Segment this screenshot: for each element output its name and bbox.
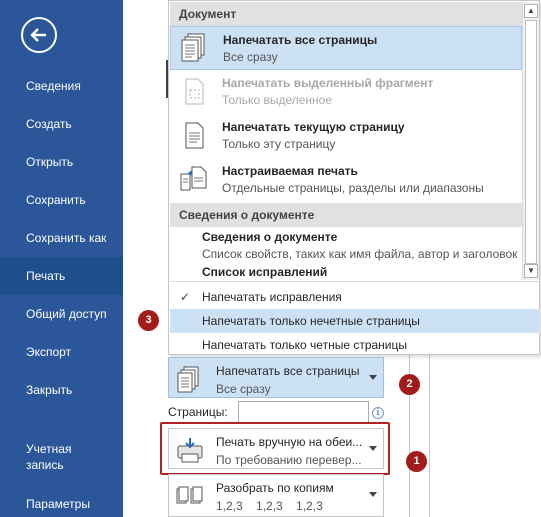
option-label: Напечатать только четные страницы [202,338,408,352]
all-pages-icon [179,33,209,68]
option-title: Настраиваемая печать [222,164,358,178]
back-arrow-icon[interactable] [21,17,57,53]
option-label: Напечатать исправления [202,290,342,304]
option-print-all-pages[interactable]: Напечатать все страницы Все сразу [170,26,522,70]
option-title: Напечатать все страницы [223,33,378,47]
nav-open[interactable]: Открыть [0,143,123,181]
nav-save-as[interactable]: Сохранить как [0,219,123,257]
doc-info-subtitle: Список свойств, таких как имя файла, авт… [202,247,518,261]
custom-print-icon [178,164,210,199]
option-print-current-page[interactable]: Напечатать текущую страницу Только эту с… [170,114,522,158]
doc-info-title: Сведения о документе [202,230,338,244]
option-odd-pages[interactable]: Напечатать только нечетные страницы [170,309,540,333]
collate-icon [175,483,207,514]
step-badge-3: 3 [138,310,159,331]
nav-save[interactable]: Сохранить [0,181,123,219]
step-badge-2: 2 [399,374,420,395]
chevron-down-icon [369,492,377,497]
setting-subtitle: Все сразу [216,382,271,396]
option-print-markup[interactable]: ✓ Напечатать исправления [170,285,540,309]
option-even-pages[interactable]: Напечатать только четные страницы [170,333,540,357]
current-page-icon [178,120,208,155]
print-range-select[interactable]: Напечатать все страницы Все сразу [168,357,384,398]
checkmark-icon: ✓ [180,290,191,304]
option-subtitle: Отдельные страницы, разделы или диапазон… [222,181,484,195]
nav-account[interactable]: Учетная запись [0,437,123,477]
backstage-sidebar: Сведения Создать Открыть Сохранить Сохра… [0,0,123,517]
section-document: Документ [170,2,522,26]
scroll-down-icon[interactable]: ▼ [524,264,538,278]
nav-print[interactable]: Печать [0,257,123,295]
option-subtitle: Все сразу [223,50,278,64]
divider [170,281,540,282]
info-icon[interactable]: i [372,407,384,419]
highlight-frame [160,422,390,475]
chevron-down-icon [369,375,377,380]
print-range-dropdown: Документ Напечатать все страницы Все сра… [168,0,540,355]
pages-input[interactable] [238,401,369,423]
option-title: Напечатать текущую страницу [222,120,405,134]
section-document-info: Сведения о документе [170,203,522,227]
nav-export[interactable]: Экспорт [0,333,123,371]
collate-select[interactable]: Разобрать по копиям 1,2,3 1,2,3 1,2,3 [168,474,384,517]
scroll-thumb[interactable] [525,20,537,264]
scroll-up-icon[interactable]: ▲ [524,4,538,18]
option-label: Напечатать только нечетные страницы [202,314,420,328]
setting-subtitle: 1,2,3 1,2,3 1,2,3 [216,499,323,513]
nav-options[interactable]: Параметры [0,485,123,517]
nav-close[interactable]: Закрыть [0,371,123,409]
option-title: Напечатать выделенный фрагмент [222,76,434,90]
nav-new[interactable]: Создать [0,105,123,143]
nav-share[interactable]: Общий доступ [0,295,123,333]
setting-title: Напечатать все страницы [216,364,360,378]
option-custom-print[interactable]: Настраиваемая печать Отдельные страницы,… [170,158,522,202]
setting-title: Разобрать по копиям [216,481,334,495]
option-subtitle: Только эту страницу [222,137,336,151]
all-pages-icon [175,366,205,397]
revisions-list-title: Список исправлений [202,265,328,279]
pages-label: Страницы: [168,405,228,419]
option-print-selection[interactable]: Напечатать выделенный фрагмент Только вы… [170,70,522,114]
option-subtitle: Только выделенное [222,93,333,107]
step-badge-1: 1 [406,451,427,472]
selection-icon [178,76,208,111]
option-document-info[interactable]: Сведения о документе Список свойств, так… [170,225,522,281]
preview-divider-2 [429,355,430,517]
nav-info[interactable]: Сведения [0,67,123,105]
dropdown-scrollbar[interactable]: ▲ ▼ [522,2,539,280]
